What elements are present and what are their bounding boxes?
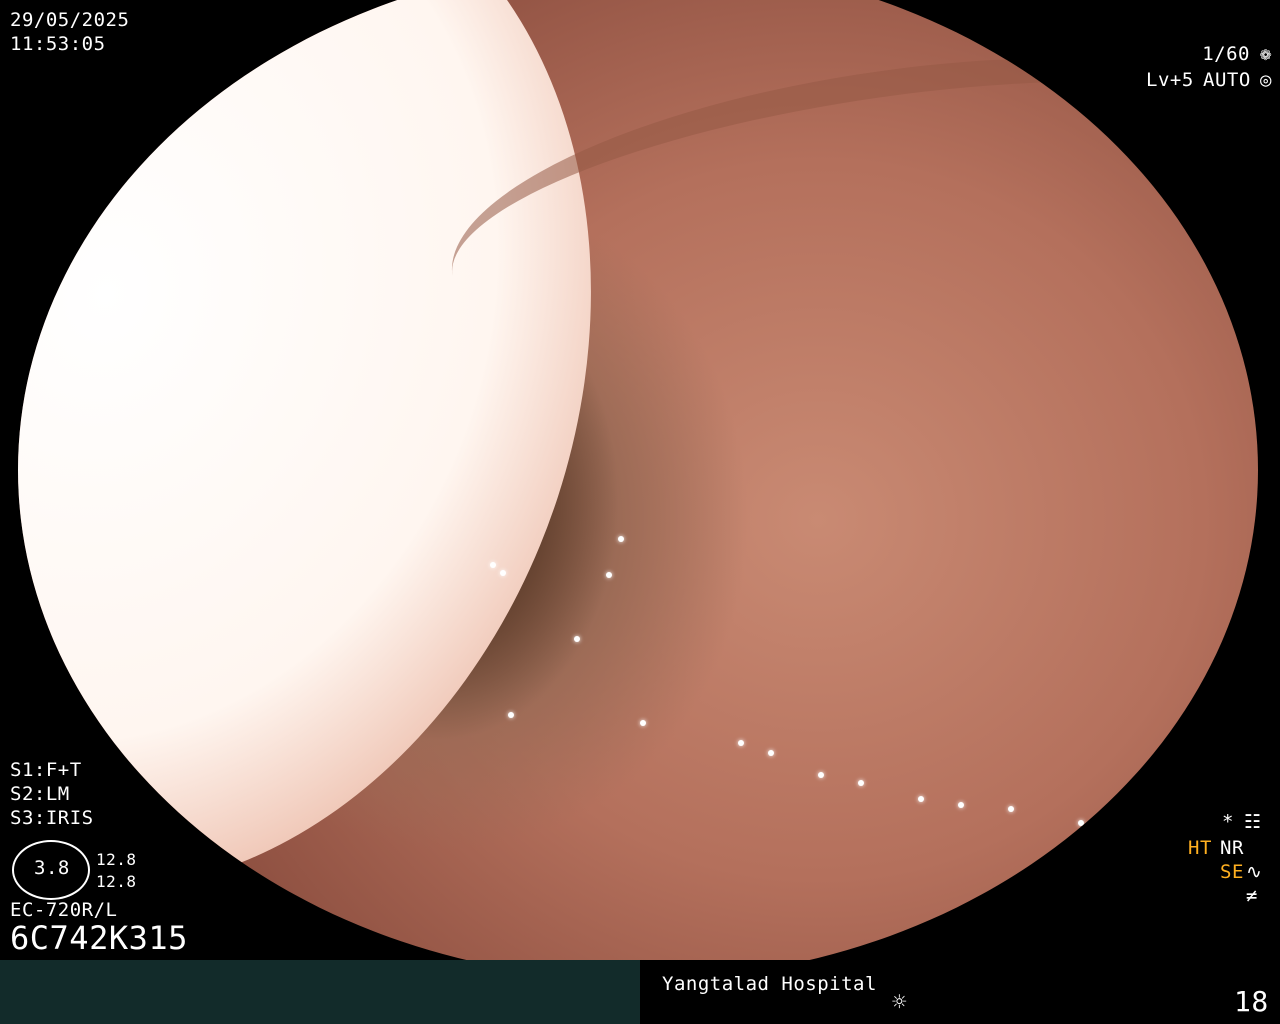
star-indicator: * — [1222, 811, 1234, 833]
exposure-mode: AUTO — [1203, 69, 1251, 91]
nr-indicator: NR — [1220, 837, 1244, 859]
sun-icon: ☼ — [892, 988, 907, 1016]
reflection-speck — [508, 712, 514, 718]
reflection-speck — [500, 570, 506, 576]
switch-2-label: S2:LM — [10, 783, 70, 805]
not-equal-indicator: ≠ — [1246, 885, 1258, 907]
reflection-speck — [640, 720, 646, 726]
aperture-icon: ❁ — [1260, 43, 1272, 65]
endoscopic-view — [18, 0, 1258, 980]
reflection-speck — [1008, 806, 1014, 812]
brightness-level: Lv+5 — [1146, 69, 1194, 91]
reflection-speck — [958, 802, 964, 808]
dial-top-value: 12.8 — [96, 850, 137, 869]
scope-serial: 6C742K315 — [10, 919, 188, 957]
reflection-speck — [918, 796, 924, 802]
reflection-speck — [490, 562, 496, 568]
dial-bottom-value: 12.8 — [96, 872, 137, 891]
dial-value: 3.8 — [34, 857, 70, 879]
camera-icon: ◎ — [1260, 69, 1272, 91]
date: 29/05/2025 — [10, 9, 130, 31]
reflection-speck — [1092, 832, 1098, 838]
ht-indicator: HT — [1188, 837, 1212, 859]
wave-icon: ∿ — [1246, 861, 1263, 883]
settings-icon: ☷ — [1244, 811, 1262, 833]
reflection-speck — [738, 740, 744, 746]
switch-3-label: S3:IRIS — [10, 807, 94, 829]
reflection-speck — [606, 572, 612, 578]
footer-left-bar — [0, 960, 640, 1024]
switch-1-label: S1:F+T — [10, 759, 82, 781]
reflection-speck — [618, 536, 624, 542]
reflection-speck — [1078, 820, 1084, 826]
se-indicator: SE — [1220, 861, 1244, 883]
page-number: 18 — [1234, 985, 1269, 1018]
reflection-speck — [574, 636, 580, 642]
shutter-speed: 1/60 — [1202, 43, 1250, 65]
reflection-speck — [818, 772, 824, 778]
reflection-speck — [768, 750, 774, 756]
reflection-speck — [858, 780, 864, 786]
hospital-name: Yangtalad Hospital — [662, 973, 877, 995]
time: 11:53:05 — [10, 33, 106, 55]
